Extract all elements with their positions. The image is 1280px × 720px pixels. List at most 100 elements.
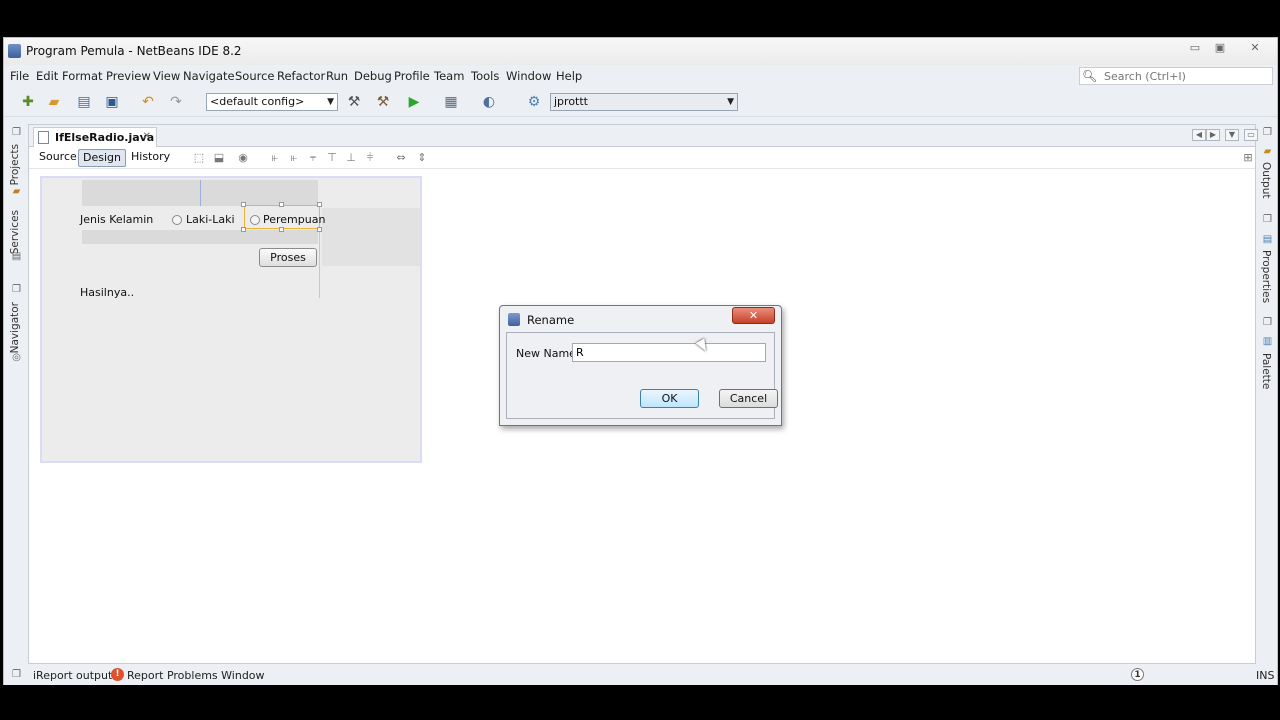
menu-team[interactable]: Team <box>434 69 464 83</box>
profile-icon[interactable]: ◐ <box>479 93 499 111</box>
tab-properties[interactable]: Properties <box>1260 250 1272 303</box>
resize-vertical-icon[interactable]: ⇕ <box>414 150 430 165</box>
restore-window-icon[interactable]: ❐ <box>10 284 23 296</box>
minimize-button[interactable]: ▭ <box>1184 40 1206 56</box>
center-horizontal-icon[interactable]: ⫧ <box>305 150 321 165</box>
scroll-left-icon[interactable]: ◀ <box>1192 129 1206 141</box>
redo-icon[interactable]: ↷ <box>166 93 186 111</box>
properties-icon: ▤ <box>1262 234 1273 245</box>
notifications-icon[interactable]: 1 <box>1131 668 1144 681</box>
main-toolbar: ✚ ▰ ▤ ▣ ↶ ↷ <default config> ▼ ⚒ ⚒ ▶ ▦ ◐… <box>4 87 1277 117</box>
new-file-icon[interactable]: ✚ <box>18 93 38 111</box>
restore-window-icon[interactable]: ❐ <box>10 127 23 139</box>
tab-services[interactable]: Services <box>9 210 21 254</box>
project-select[interactable]: jprottt ▼ <box>550 93 738 111</box>
add-icon[interactable]: ⊞ <box>1240 150 1256 165</box>
clean-build-icon[interactable]: ⚒ <box>373 93 393 111</box>
open-project-icon[interactable]: ▤ <box>74 93 94 111</box>
close-icon[interactable]: ✕ <box>143 131 151 142</box>
radio-perempuan-label[interactable]: Perempuan <box>263 213 325 226</box>
restore-window-icon[interactable]: ❐ <box>1261 317 1274 329</box>
menu-file[interactable]: File <box>10 69 29 83</box>
tab-output[interactable]: Output <box>1260 162 1272 198</box>
preview-design-icon[interactable]: ◉ <box>235 150 251 165</box>
ok-button[interactable]: OK <box>640 389 699 408</box>
menu-window[interactable]: Window <box>506 69 551 83</box>
radio-laki-laki-label[interactable]: Laki-Laki <box>186 213 235 226</box>
run-icon[interactable]: ▶ <box>404 93 424 111</box>
show-tabs-icon[interactable]: ▼ <box>1225 129 1239 141</box>
menu-view[interactable]: View <box>153 69 180 83</box>
build-icon[interactable]: ⚒ <box>344 93 364 111</box>
gender-label[interactable]: Jenis Kelamin <box>80 213 153 226</box>
menu-help[interactable]: Help <box>556 69 582 83</box>
resize-handle[interactable] <box>241 227 246 232</box>
maximize-button[interactable]: ▣ <box>1209 40 1231 56</box>
file-tab-label: IfElseRadio.java <box>55 131 155 144</box>
menu-refactor[interactable]: Refactor <box>277 69 325 83</box>
restore-window-icon[interactable]: ❐ <box>1261 214 1274 226</box>
new-project-icon[interactable]: ▰ <box>44 93 64 111</box>
menu-source[interactable]: Source <box>235 69 275 83</box>
menu-tools[interactable]: Tools <box>471 69 499 83</box>
menu-run[interactable]: Run <box>326 69 348 83</box>
align-top-icon[interactable]: ⊤ <box>324 150 340 165</box>
menu-edit[interactable]: Edit <box>36 69 58 83</box>
chevron-down-icon: ▼ <box>327 97 334 107</box>
save-all-icon[interactable]: ▣ <box>102 93 122 111</box>
selection-mode-icon[interactable]: ⬚ <box>191 150 207 165</box>
tab-projects[interactable]: Projects <box>9 144 21 185</box>
services-icon: ▤ <box>11 251 22 262</box>
search-input[interactable]: 🔍︎ Search (Ctrl+I) <box>1079 67 1273 85</box>
tab-ifelseradio[interactable]: IfElseRadio.java ✕ <box>33 127 157 147</box>
design-button[interactable]: Design <box>78 149 126 167</box>
align-right-icon[interactable]: ⫦ <box>286 150 302 165</box>
dialog-close-button[interactable]: ✕ <box>732 307 775 324</box>
new-name-input[interactable] <box>572 343 766 362</box>
center-vertical-icon[interactable]: ⫩ <box>362 150 378 165</box>
undo-icon[interactable]: ↶ <box>138 93 158 111</box>
resize-handle[interactable] <box>279 227 284 232</box>
form-design-canvas[interactable]: Jenis Kelamin Laki-Laki Perempuan Proses… <box>40 176 422 463</box>
scroll-right-icon[interactable]: ▶ <box>1206 129 1220 141</box>
history-button[interactable]: History <box>127 149 174 167</box>
restore-window-icon[interactable]: ❐ <box>10 669 23 681</box>
resize-handle[interactable] <box>317 227 322 232</box>
menu-format[interactable]: Format <box>62 69 103 83</box>
config-select[interactable]: <default config> ▼ <box>206 93 338 111</box>
tab-palette[interactable]: Palette <box>1260 353 1272 389</box>
ireport-output-tab[interactable]: iReport output <box>33 669 112 682</box>
output-icon: ▰ <box>1263 146 1272 157</box>
align-left-icon[interactable]: ⫦ <box>267 150 283 165</box>
result-label[interactable]: Hasilnya.. <box>80 286 134 299</box>
resize-handle[interactable] <box>279 202 284 207</box>
restore-window-icon[interactable]: ❐ <box>1261 127 1274 139</box>
menu-profile[interactable]: Profile <box>394 69 430 83</box>
resize-handle[interactable] <box>317 202 322 207</box>
connection-mode-icon[interactable]: ⬓ <box>211 150 227 165</box>
project-value: jprottt <box>554 95 588 108</box>
resize-handle[interactable] <box>241 202 246 207</box>
alignment-guide <box>200 180 201 206</box>
menu-preview[interactable]: Preview <box>106 69 151 83</box>
status-bar: ❐ iReport output ! Report Problems Windo… <box>4 665 1277 685</box>
radio-perempuan[interactable] <box>250 215 260 225</box>
menu-navigate[interactable]: Navigate <box>183 69 235 83</box>
close-window-button[interactable]: ✕ <box>1244 40 1266 56</box>
maximize-editor-icon[interactable]: ▭ <box>1244 129 1258 141</box>
config-value: <default config> <box>210 95 305 108</box>
remote-icon[interactable]: ⚙ <box>524 93 544 111</box>
cancel-button[interactable]: Cancel <box>719 389 778 408</box>
tab-navigator[interactable]: Navigator <box>9 302 21 353</box>
align-bottom-icon[interactable]: ⊥ <box>343 150 359 165</box>
report-problems-tab[interactable]: Report Problems Window <box>127 669 265 682</box>
menu-debug[interactable]: Debug <box>354 69 392 83</box>
source-button[interactable]: Source <box>35 149 81 167</box>
netbeans-dialog-icon <box>508 313 520 326</box>
resize-horizontal-icon[interactable]: ⇔ <box>393 150 409 165</box>
insert-mode-indicator: INS <box>1256 669 1275 682</box>
radio-laki-laki[interactable] <box>172 215 182 225</box>
proses-button[interactable]: Proses <box>259 248 317 267</box>
editor-tab-row <box>29 125 1255 147</box>
debug-icon[interactable]: ▦ <box>441 93 461 111</box>
